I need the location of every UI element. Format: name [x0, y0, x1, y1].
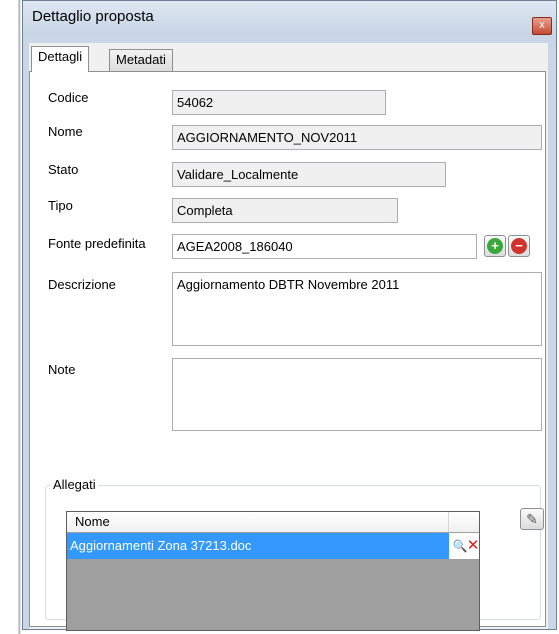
table-row[interactable]: Aggiornamenti Zona 37213.doc 🔍 ✕ [67, 533, 479, 559]
stato-label: Stato [48, 162, 79, 177]
fonte-label: Fonte predefinita [48, 236, 146, 251]
title-bar[interactable]: Dettaglio proposta x [23, 1, 556, 35]
stato-field[interactable]: Validare_Localmente [172, 162, 446, 187]
allegati-group: Allegati Nome Aggiornamenti Zona 37213.d… [45, 477, 544, 631]
window-title: Dettaglio proposta [32, 8, 154, 25]
note-label: Note [48, 362, 76, 377]
close-icon: x [539, 19, 545, 31]
column-header-actions [449, 512, 479, 532]
paperclip-icon: ✎ [526, 511, 538, 527]
dialog-window: Dettaglio proposta x Dettagli Metadati C… [22, 0, 557, 631]
descrizione-label: Descrizione [48, 277, 116, 292]
fonte-field[interactable]: AGEA2008_186040 [172, 234, 477, 259]
tab-panel-dettagli: Codice 54062 Nome AGGIORNAMENTO_NOV2011 … [29, 71, 546, 631]
minus-icon: − [511, 238, 527, 254]
grid-header: Nome [67, 512, 479, 533]
add-attachment-button[interactable]: ✎ [520, 508, 544, 530]
remove-fonte-button[interactable]: − [508, 235, 530, 257]
nome-label: Nome [48, 124, 83, 139]
tab-metadati[interactable]: Metadati [109, 49, 173, 71]
dialog-client-area: Dettagli Metadati Codice 54062 Nome AGGI… [29, 43, 548, 631]
column-header-nome[interactable]: Nome [67, 512, 449, 532]
codice-field[interactable]: 54062 [172, 90, 386, 115]
allegati-grid[interactable]: Nome Aggiornamenti Zona 37213.doc 🔍 ✕ [66, 511, 480, 631]
tipo-label: Tipo [48, 198, 73, 213]
tipo-field[interactable]: Completa [172, 198, 398, 223]
codice-label: Codice [48, 90, 89, 105]
note-textarea[interactable] [172, 358, 542, 431]
descrizione-textarea[interactable]: Aggiornamento DBTR Novembre 2011 [172, 272, 542, 346]
tab-dettagli[interactable]: Dettagli [31, 46, 90, 72]
attachment-name[interactable]: Aggiornamenti Zona 37213.doc [67, 533, 449, 559]
background-window-edge [0, 0, 22, 634]
nome-field[interactable]: AGGIORNAMENTO_NOV2011 [172, 125, 542, 150]
add-fonte-button[interactable]: + [484, 235, 506, 257]
close-button[interactable]: x [532, 17, 552, 35]
delete-icon[interactable]: ✕ [463, 536, 483, 556]
plus-icon: + [487, 238, 503, 254]
allegati-title: Allegati [51, 477, 98, 492]
